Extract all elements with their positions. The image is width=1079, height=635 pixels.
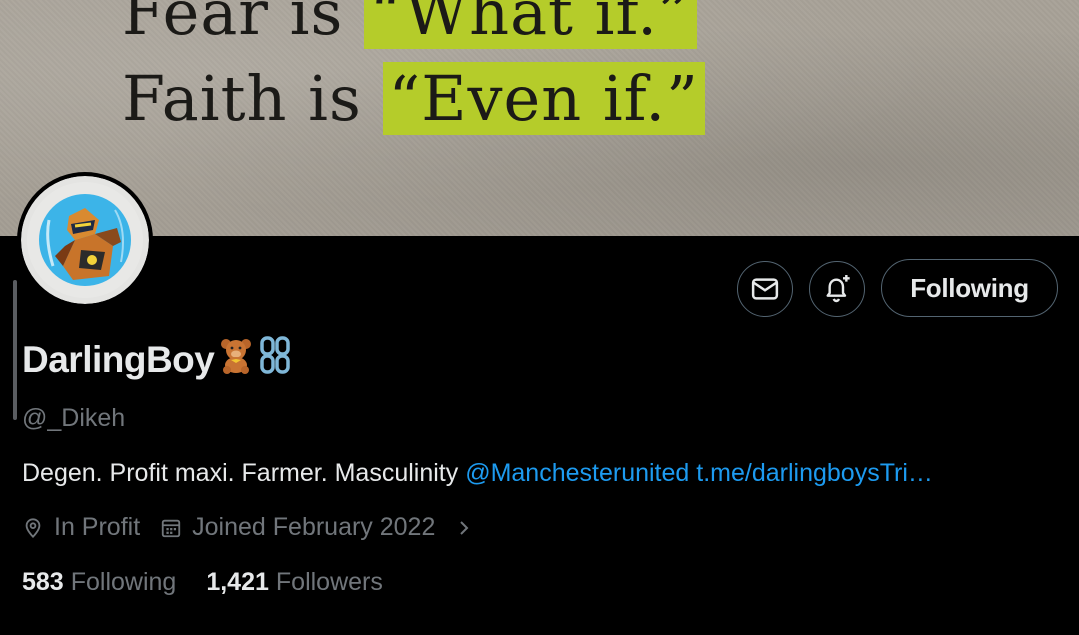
banner-quote-line-1-highlight: “What if.” xyxy=(363,0,697,49)
display-name: DarlingBoy xyxy=(22,336,292,383)
more-info-toggle[interactable] xyxy=(455,517,483,539)
banner-quote-line-2: Faith is “Even if.” xyxy=(122,62,705,135)
bio: Degen. Profit maxi. Farmer. Masculinity … xyxy=(22,459,933,488)
avatar[interactable] xyxy=(17,172,153,308)
joined-item: Joined February 2022 xyxy=(160,513,435,542)
teddy-bear-icon xyxy=(218,336,254,383)
following-label: Following xyxy=(70,568,177,596)
joined-text: Joined February 2022 xyxy=(192,513,436,541)
message-button[interactable] xyxy=(737,261,793,317)
following-count: 583 xyxy=(22,568,64,596)
notifications-button[interactable] xyxy=(809,261,865,317)
location-text: In Profit xyxy=(54,513,141,541)
following-button[interactable]: Following xyxy=(881,259,1058,317)
chevron-right-icon xyxy=(460,520,469,535)
location-item: In Profit xyxy=(22,513,140,542)
followers-stat-link[interactable]: 1,421 Followers xyxy=(206,568,383,597)
user-handle: @_Dikeh xyxy=(22,404,126,432)
banner-quote-line-2-highlight: “Even if.” xyxy=(382,62,705,135)
banner-quote-line-1: Fear is “What if.” xyxy=(122,0,697,49)
profile-stats: 583 Following 1,421 Followers xyxy=(22,568,413,597)
chain-link-icon xyxy=(258,336,292,383)
following-stat-link[interactable]: 583 Following xyxy=(22,568,176,597)
banner-quote-line-1-prefix: Fear is xyxy=(122,0,364,49)
profile-banner[interactable]: Fear is “What if.” Faith is “Even if.” xyxy=(0,0,1079,236)
bio-text: Degen. Profit maxi. Farmer. Masculinity xyxy=(22,459,466,487)
display-name-text: DarlingBoy xyxy=(22,338,215,380)
envelope-icon xyxy=(751,278,779,300)
avatar-robot-illustration xyxy=(27,182,143,298)
scrollbar-thumb[interactable] xyxy=(13,280,17,420)
bio-url-link[interactable]: t.me/darlingboysTri… xyxy=(696,459,933,487)
bell-plus-icon xyxy=(826,275,850,303)
followers-label: Followers xyxy=(275,568,383,596)
bio-mention-link[interactable]: @Manchesterunited xyxy=(465,459,689,487)
calendar-icon xyxy=(161,519,181,537)
location-pin-icon xyxy=(25,517,41,538)
followers-count: 1,421 xyxy=(206,568,269,596)
avatar-image xyxy=(21,176,149,304)
banner-quote-line-2-prefix: Faith is xyxy=(122,62,383,135)
profile-meta: In Profit Joined February 2022 xyxy=(22,513,503,542)
